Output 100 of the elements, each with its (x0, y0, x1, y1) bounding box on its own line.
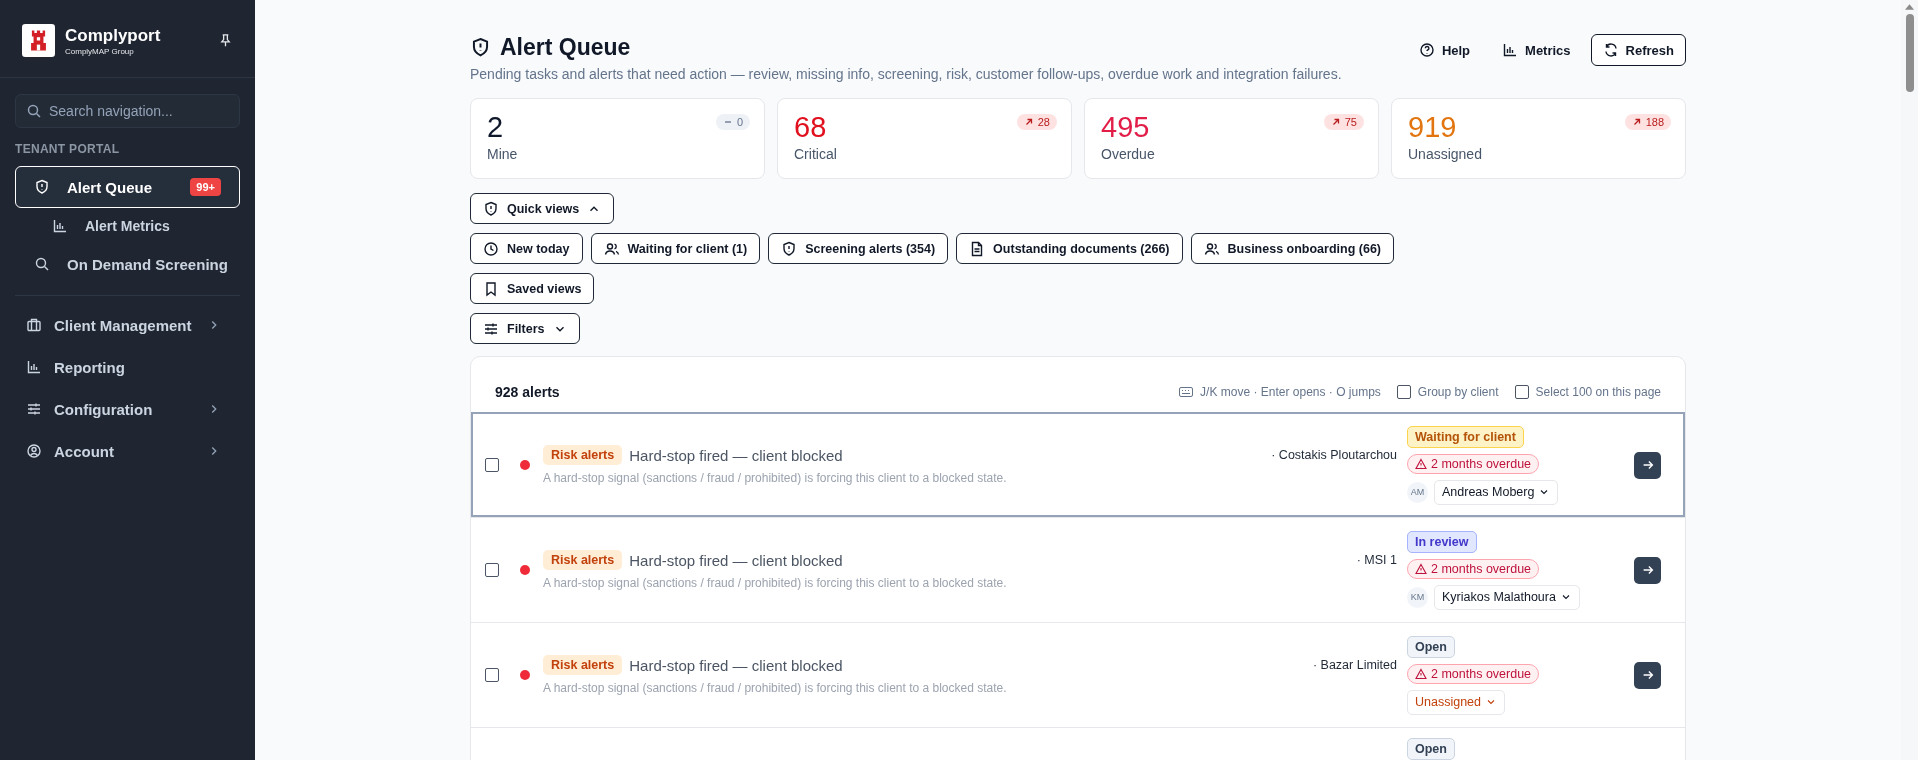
stat-value: 919 (1408, 110, 1457, 144)
checkbox[interactable] (1396, 385, 1411, 399)
nav-item[interactable]: Account (15, 430, 240, 472)
alert-row[interactable]: Risk alerts Hard-stop fired — client blocked A hard-stop signal (sanctions / fraud / prohibited) is forcing this client to a blocked state. · MSI 1 In review 2 months overdue KM Kyriakos Malathoura (471, 517, 1685, 622)
client-name: · Costakis Ploutarchou (1271, 448, 1397, 462)
scrollbar-thumb[interactable] (1905, 14, 1914, 92)
overdue-badge: 2 months overdue (1407, 453, 1540, 474)
saved-views-button[interactable]: Saved views (470, 273, 595, 304)
shield-alert-icon (483, 200, 499, 217)
alert-title: Hard-stop fired — client blocked (629, 656, 843, 674)
status-badge: Open (1407, 738, 1455, 760)
refresh-button[interactable]: Refresh (1590, 34, 1686, 66)
shortcut-hint: J/K move · Enter opens · O jumps (1200, 385, 1381, 399)
bar-chart-icon (52, 217, 68, 234)
shield-alert-icon (470, 37, 491, 58)
quick-view-chip[interactable]: Screening alerts (354) (768, 233, 949, 264)
avatar-initials: AM (1407, 481, 1428, 503)
sliders-icon (26, 401, 42, 417)
nav-item[interactable]: Reporting (15, 346, 240, 388)
category-tag: Risk alerts (543, 550, 623, 570)
nav-item[interactable]: Configuration (15, 388, 240, 430)
nav-item[interactable]: Alert Queue 99+ (15, 166, 240, 208)
assignee-dropdown[interactable]: Kyriakos Malathoura (1434, 584, 1580, 610)
status-badge: Waiting for client (1407, 425, 1524, 448)
alert-title: Hard-stop fired — client blocked (629, 551, 843, 569)
stat-label: Critical (794, 146, 838, 162)
assignee-dropdown[interactable]: Unassigned (1407, 689, 1505, 715)
stat-value: 2 (487, 110, 504, 144)
bookmark-icon (483, 280, 499, 297)
quick-view-chip[interactable]: Waiting for client (1) (590, 233, 761, 264)
warning-icon (1415, 562, 1427, 575)
brand-subtitle: ComplyMAP Group (65, 46, 135, 56)
bar-chart-icon (26, 359, 42, 375)
warning-icon (1415, 457, 1427, 470)
header-button[interactable]: Metrics (1490, 34, 1583, 66)
alert-title: Hard-stop fired — client blocked (629, 446, 843, 464)
trend-badge: 188 (1624, 114, 1671, 130)
overdue-badge: 2 months overdue (1407, 663, 1540, 684)
scrollbar[interactable] (1901, 0, 1918, 760)
assignee-dropdown[interactable]: Andreas Moberg (1434, 479, 1559, 505)
stat-label: Unassigned (1408, 146, 1483, 162)
user-circle-icon (26, 443, 42, 459)
help-icon (1418, 42, 1435, 58)
status-badge: Open (1407, 635, 1455, 658)
shield-alert-icon (34, 179, 50, 195)
open-alert-button[interactable] (1634, 556, 1661, 584)
navigation-search-field[interactable]: Search navigation... (15, 94, 240, 128)
stat-label: Overdue (1101, 146, 1156, 162)
row-checkbox[interactable] (485, 668, 499, 682)
header-button[interactable]: Help (1406, 34, 1483, 66)
nav-subitem[interactable]: Alert Metrics (15, 208, 240, 243)
section-label: TENANT PORTAL (15, 142, 121, 156)
trend-badge: 75 (1323, 114, 1364, 130)
users-icon (1203, 240, 1220, 257)
nav-item[interactable]: Client Management (15, 304, 240, 346)
search-icon (26, 103, 42, 119)
open-alert-button[interactable] (1634, 451, 1661, 479)
quick-view-chip[interactable]: New today (470, 233, 583, 264)
status-badge: In review (1407, 530, 1477, 553)
overdue-badge: 2 months overdue (1407, 558, 1540, 579)
client-name: · MSI 1 (1356, 553, 1397, 567)
quick-view-chip[interactable]: Outstanding documents (266) (956, 233, 1183, 264)
quick-view-chip[interactable]: Business onboarding (66) (1190, 233, 1394, 264)
nav-item[interactable]: On Demand Screening (15, 243, 240, 285)
pin-icon[interactable] (218, 33, 233, 48)
checkbox-label: Group by client (1417, 385, 1499, 399)
filters-button[interactable]: Filters (470, 313, 580, 344)
checkbox-label: Select 100 on this page (1535, 385, 1661, 399)
page-subtitle: Pending tasks and alerts that need action — review, missing info, screening, risk, customer follow-ups, overdue work and integration failures. (470, 66, 1342, 82)
alert-description: A hard-stop signal (sanctions / fraud / prohibited) is forcing this client to a blocked state. (543, 471, 1007, 485)
category-tag: Risk alerts (543, 655, 623, 675)
client-name: · Bazar Limited (1312, 658, 1397, 672)
checkbox[interactable] (1514, 385, 1529, 399)
page-title: Alert Queue (500, 34, 631, 61)
alert-description: A hard-stop signal (sanctions / fraud / prohibited) is forcing this client to a blocked state. (543, 681, 1007, 695)
quick-views-button[interactable]: Quick views (470, 193, 615, 224)
brand-name: Complyport (65, 25, 162, 46)
alert-row[interactable]: Open (471, 727, 1685, 760)
open-alert-button[interactable] (1634, 661, 1661, 689)
row-checkbox[interactable] (485, 563, 499, 577)
stat-label: Mine (487, 146, 519, 162)
alert-row[interactable]: Risk alerts Hard-stop fired — client blocked A hard-stop signal (sanctions / fraud / prohibited) is forcing this client to a blocked state. · Bazar Limited Open 2 months overdue Unassigned (471, 622, 1685, 727)
trend-badge: 0 (715, 114, 750, 130)
shield-alert-icon (781, 240, 798, 257)
stat-value: 68 (794, 110, 827, 144)
keyboard-icon (1179, 387, 1194, 397)
users-icon (603, 240, 620, 257)
count-badge: 99+ (190, 178, 221, 196)
castle-logo-icon (22, 24, 55, 57)
clock-icon (483, 240, 499, 257)
search-icon (34, 256, 50, 272)
row-checkbox[interactable] (485, 458, 499, 472)
avatar-initials: KM (1407, 586, 1428, 608)
category-tag: Risk alerts (543, 445, 623, 465)
trend-badge: 28 (1016, 114, 1057, 130)
alert-count: 928 alerts (495, 384, 560, 400)
stat-value: 495 (1101, 110, 1150, 144)
scroll-up-arrow-icon[interactable] (1905, 4, 1914, 10)
warning-icon (1415, 667, 1427, 680)
alert-description: A hard-stop signal (sanctions / fraud / prohibited) is forcing this client to a blocked state. (543, 576, 1007, 590)
